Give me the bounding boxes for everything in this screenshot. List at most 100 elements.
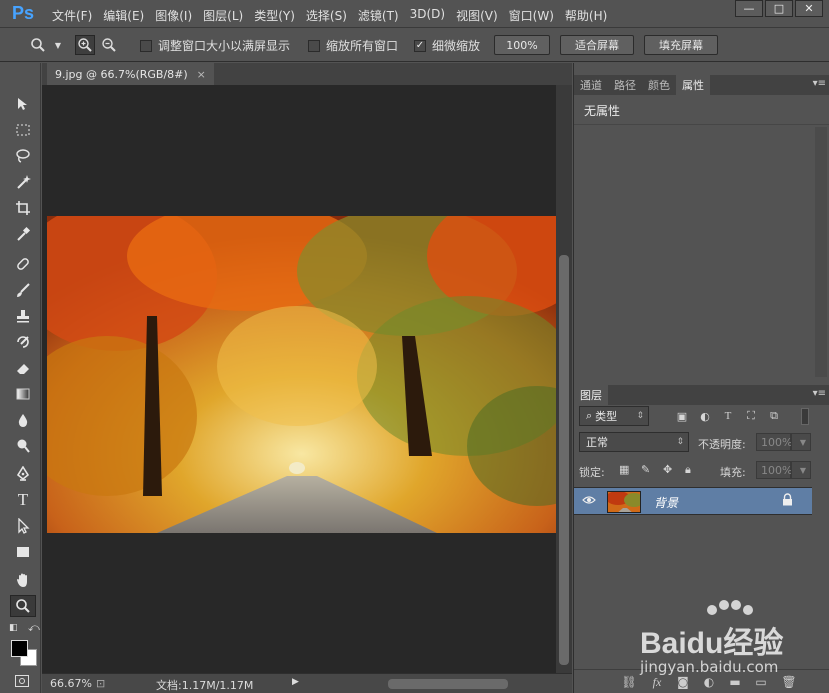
lock-pixels-icon[interactable]: ✎: [641, 463, 650, 476]
menu-3d[interactable]: 3D(D): [410, 7, 445, 24]
default-colors-icon[interactable]: ◧: [9, 623, 18, 633]
close-button[interactable]: ✕: [795, 0, 823, 17]
status-info-icon[interactable]: ⊡: [96, 677, 105, 690]
photoshop-logo: Ps: [12, 3, 35, 23]
layer-filter-kind-select[interactable]: ⌕ 类型 ⇕: [579, 406, 649, 426]
menu-file[interactable]: 文件(F): [52, 7, 92, 24]
menu-view[interactable]: 视图(V): [456, 7, 498, 24]
zoom-all-checkbox[interactable]: [308, 39, 320, 52]
swap-colors-icon[interactable]: ⤺: [28, 621, 40, 635]
menu-help[interactable]: 帮助(H): [565, 7, 607, 24]
fit-screen-button[interactable]: 适合屏幕: [560, 35, 634, 55]
type-tool-icon[interactable]: T: [10, 489, 36, 511]
layers-panel-tabs: 图层 ▾≡: [574, 385, 829, 405]
hand-tool-icon[interactable]: [10, 569, 36, 591]
minimize-button[interactable]: —: [735, 0, 763, 17]
scrubby-zoom-option[interactable]: ✓ 细微缩放: [414, 37, 480, 54]
document-tab[interactable]: 9.jpg @ 66.7%(RGB/8#) ×: [47, 63, 214, 85]
horizontal-scroll-thumb[interactable]: [388, 679, 508, 689]
resize-windows-option[interactable]: 调整窗口大小以满屏显示: [140, 37, 290, 54]
tab-properties[interactable]: 属性: [676, 75, 710, 95]
eraser-tool-icon[interactable]: [10, 357, 36, 379]
opacity-dropdown-icon[interactable]: ▼: [791, 433, 811, 451]
menu-image[interactable]: 图像(I): [155, 7, 192, 24]
chevron-down-icon[interactable]: ▼: [48, 35, 68, 55]
smart-object-filter-icon[interactable]: ⧉: [766, 408, 782, 424]
close-tab-icon[interactable]: ×: [197, 68, 206, 81]
status-menu-arrow-icon[interactable]: ▶: [292, 677, 299, 687]
fill-screen-button[interactable]: 填充屏幕: [644, 35, 718, 55]
foreground-color-swatch[interactable]: [11, 640, 28, 657]
menu-bar: Ps 文件(F) 编辑(E) 图像(I) 图层(L) 类型(Y) 选择(S) 滤…: [0, 0, 829, 28]
fill-dropdown-icon[interactable]: ▼: [791, 461, 811, 479]
gradient-tool-icon[interactable]: [10, 383, 36, 405]
resize-windows-label: 调整窗口大小以满屏显示: [158, 39, 291, 53]
menu-layer[interactable]: 图层(L): [203, 7, 243, 24]
opacity-input[interactable]: 100%: [756, 433, 792, 451]
fill-input[interactable]: 100%: [756, 461, 792, 479]
layer-name[interactable]: 背景: [654, 494, 678, 511]
zoom-all-option[interactable]: 缩放所有窗口: [308, 37, 398, 54]
tab-paths[interactable]: 路径: [608, 75, 642, 95]
lasso-tool-icon[interactable]: [10, 145, 36, 167]
scrubby-zoom-checkbox[interactable]: ✓: [414, 39, 426, 52]
maximize-button[interactable]: □: [765, 0, 793, 17]
blend-mode-select[interactable]: 正常 ⇕: [579, 432, 689, 452]
history-brush-tool-icon[interactable]: [10, 331, 36, 353]
status-bar: 66.67% ⊡ 文档:1.17M/1.17M ▶: [42, 673, 572, 693]
move-tool-icon[interactable]: [10, 93, 36, 115]
menu-filter[interactable]: 滤镜(T): [358, 7, 399, 24]
zoom-tool-preset-icon[interactable]: [28, 35, 48, 55]
adjustment-layer-icon[interactable]: ◐: [700, 674, 718, 690]
rectangle-tool-icon[interactable]: [10, 541, 36, 563]
adjustment-filter-icon[interactable]: ◐: [697, 408, 713, 424]
tab-channels[interactable]: 通道: [574, 75, 608, 95]
path-selection-tool-icon[interactable]: [10, 515, 36, 537]
resize-windows-checkbox[interactable]: [140, 39, 152, 52]
actual-pixels-button[interactable]: 100%: [494, 35, 550, 55]
lock-all-icon[interactable]: 🔒︎: [685, 463, 691, 477]
crop-tool-icon[interactable]: [10, 197, 36, 219]
lock-position-icon[interactable]: ✥: [663, 463, 672, 476]
new-layer-icon[interactable]: ▭: [752, 674, 770, 690]
menu-select[interactable]: 选择(S): [306, 7, 347, 24]
magic-wand-tool-icon[interactable]: [10, 171, 36, 193]
layers-panel-menu-icon[interactable]: ▾≡: [813, 388, 826, 399]
dodge-tool-icon[interactable]: [10, 435, 36, 457]
brush-tool-icon[interactable]: [10, 279, 36, 301]
marquee-tool-icon[interactable]: [10, 119, 36, 141]
menu-edit[interactable]: 编辑(E): [103, 7, 144, 24]
zoom-level[interactable]: 66.67%: [50, 677, 92, 690]
healing-brush-tool-icon[interactable]: [10, 253, 36, 275]
blur-tool-icon[interactable]: [10, 409, 36, 431]
shape-filter-icon[interactable]: ⛶: [743, 408, 759, 424]
pixel-filter-icon[interactable]: ▣: [674, 408, 690, 424]
quick-mask-icon[interactable]: [15, 675, 29, 687]
zoom-out-icon[interactable]: [99, 35, 119, 55]
zoom-in-icon[interactable]: [75, 35, 95, 55]
eyedropper-tool-icon[interactable]: [10, 223, 36, 245]
link-layers-icon[interactable]: ⛓: [620, 674, 638, 690]
autumn-forest-road-image[interactable]: [47, 216, 556, 533]
zoom-tool-icon[interactable]: [10, 595, 36, 617]
type-filter-icon[interactable]: T: [720, 408, 736, 424]
lock-transparent-icon[interactable]: ▦: [619, 463, 629, 476]
panel-menu-icon[interactable]: ▾≡: [813, 78, 826, 89]
properties-scrollbar[interactable]: [815, 127, 827, 377]
filter-toggle[interactable]: [801, 408, 809, 425]
visibility-eye-icon[interactable]: [582, 494, 596, 510]
menu-window[interactable]: 窗口(W): [509, 7, 554, 24]
new-group-icon[interactable]: ▬: [726, 674, 744, 690]
fx-icon[interactable]: fx: [648, 674, 666, 690]
trash-icon[interactable]: 🗑︎: [780, 674, 798, 690]
vertical-scrollbar[interactable]: [556, 85, 572, 673]
add-mask-icon[interactable]: ◙: [674, 674, 692, 690]
menu-type[interactable]: 类型(Y): [254, 7, 295, 24]
blend-mode-value: 正常: [586, 436, 608, 449]
tab-layers[interactable]: 图层: [574, 385, 608, 405]
layer-row-background[interactable]: 背景: [574, 487, 812, 515]
tab-color[interactable]: 颜色: [642, 75, 676, 95]
clone-stamp-tool-icon[interactable]: [10, 305, 36, 327]
vertical-scroll-thumb[interactable]: [559, 255, 569, 665]
pen-tool-icon[interactable]: [10, 463, 36, 485]
